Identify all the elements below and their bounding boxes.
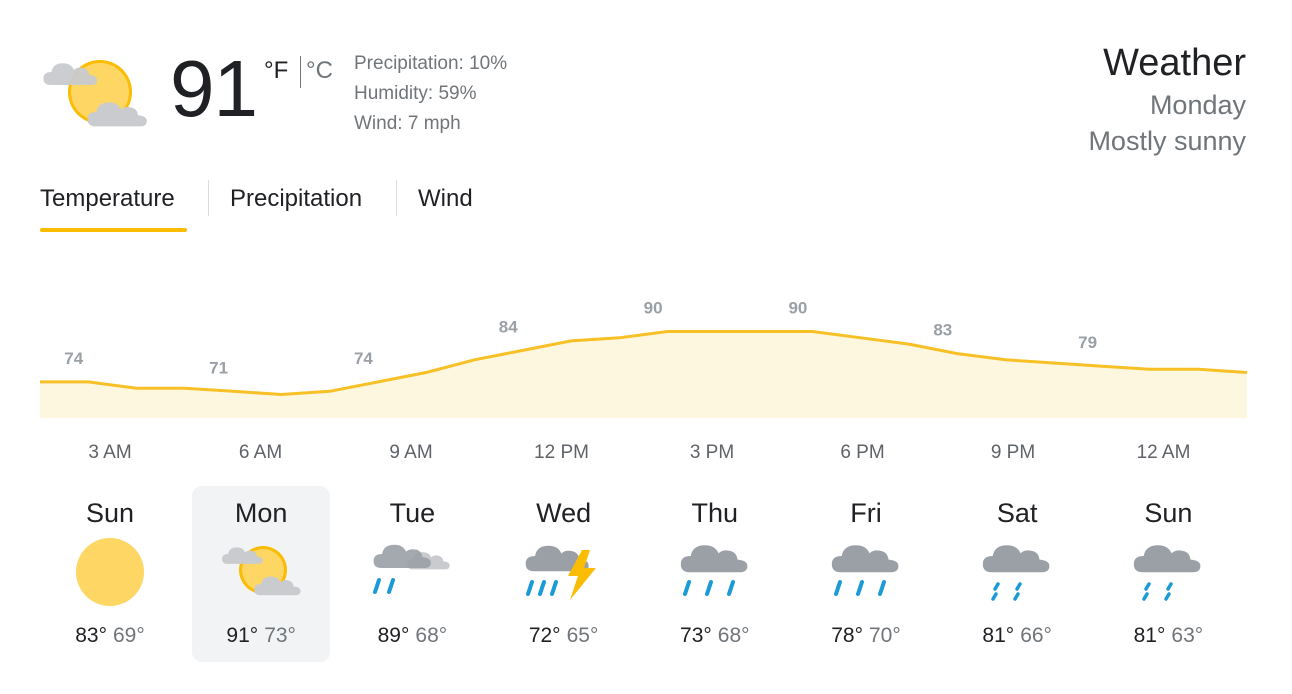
high-temp: 89° bbox=[377, 624, 410, 647]
fahrenheit-toggle[interactable]: °F bbox=[264, 56, 288, 86]
temperature-chart: 74 71 74 84 90 90 83 79 bbox=[40, 299, 1248, 418]
low-temp: 69° bbox=[113, 624, 145, 647]
tab-wind[interactable]: Wind bbox=[418, 184, 473, 214]
temperature-data-label: 90 bbox=[788, 299, 807, 318]
day-name: Sun bbox=[1144, 498, 1193, 528]
rain-icon bbox=[680, 545, 748, 596]
tab-precipitation[interactable]: Precipitation bbox=[230, 184, 362, 214]
precipitation-value: Precipitation: 10% bbox=[354, 53, 508, 74]
day-name: Thu bbox=[691, 498, 739, 528]
low-temp: 66° bbox=[1020, 624, 1052, 647]
celsius-toggle[interactable]: °C bbox=[306, 56, 333, 86]
current-temperature: 91 bbox=[170, 44, 258, 133]
high-temp: 72° bbox=[528, 624, 561, 647]
temperature-data-label: 71 bbox=[209, 358, 228, 377]
day-temps: 89° 68° bbox=[343, 622, 481, 650]
sunny-icon bbox=[76, 538, 144, 606]
hour-label: 3 AM bbox=[88, 442, 132, 463]
day-card-sat[interactable]: Sat 81° 66° bbox=[948, 486, 1086, 662]
day-card-sun[interactable]: Sun 81° 63° bbox=[1099, 486, 1237, 662]
low-temp: 70° bbox=[869, 624, 901, 647]
temperature-data-label: 74 bbox=[354, 349, 373, 368]
rain-icon bbox=[831, 545, 899, 596]
high-temp: 83° bbox=[75, 624, 107, 647]
hour-label: 9 AM bbox=[389, 442, 433, 463]
tab-divider bbox=[208, 180, 209, 216]
day-temps: 72° 65° bbox=[495, 622, 633, 650]
day-name: Fri bbox=[850, 498, 882, 528]
high-temp: 91° bbox=[226, 624, 259, 647]
day-temps: 81° 66° bbox=[948, 622, 1086, 650]
day-name: Sun bbox=[85, 498, 135, 528]
low-temp: 73° bbox=[264, 624, 296, 647]
scattered-showers-icon bbox=[982, 545, 1050, 601]
day-temps: 78° 70° bbox=[797, 622, 935, 650]
low-temp: 65° bbox=[566, 624, 599, 647]
hour-label: 9 PM bbox=[990, 442, 1036, 463]
hour-label: 12 AM bbox=[1136, 442, 1191, 463]
day-temps: 81° 63° bbox=[1099, 622, 1237, 650]
temperature-data-label: 83 bbox=[933, 321, 952, 340]
hour-label: 6 PM bbox=[840, 442, 885, 463]
high-temp: 73° bbox=[680, 624, 712, 647]
day-card-mon[interactable]: Mon 91° 73° bbox=[192, 486, 331, 662]
tab-temperature[interactable]: Temperature bbox=[40, 184, 175, 214]
partly-cloudy-icon bbox=[222, 546, 301, 596]
day-name: Sat bbox=[996, 498, 1038, 528]
current-condition: Mostly sunny bbox=[1088, 126, 1246, 156]
day-card-thu[interactable]: Thu 73° 68° bbox=[646, 486, 784, 662]
scattered-showers-icon bbox=[1134, 545, 1201, 601]
low-temp: 68° bbox=[415, 624, 448, 647]
tab-divider bbox=[396, 180, 397, 216]
temperature-data-label: 74 bbox=[64, 349, 83, 368]
day-temps: 91° 73° bbox=[192, 622, 330, 650]
hour-label: 3 PM bbox=[689, 442, 735, 463]
low-temp: 68° bbox=[717, 624, 750, 647]
temperature-data-label: 84 bbox=[499, 317, 518, 336]
day-name: Wed bbox=[536, 498, 592, 528]
humidity-value: Humidity: 59% bbox=[354, 83, 477, 104]
day-card-fri[interactable]: Fri 78° 70° bbox=[797, 486, 935, 662]
temperature-data-label: 79 bbox=[1078, 333, 1097, 352]
current-day: Monday bbox=[1149, 90, 1246, 120]
high-temp: 81° bbox=[1133, 624, 1166, 647]
day-card-tue[interactable]: Tue 89° 68° bbox=[343, 486, 481, 662]
day-name: Tue bbox=[389, 498, 436, 528]
day-card-sun[interactable]: Sun 83° 69° bbox=[41, 486, 179, 662]
day-name: Mon bbox=[234, 498, 288, 528]
temperature-data-label: 90 bbox=[644, 299, 663, 318]
high-temp: 78° bbox=[831, 624, 863, 647]
day-card-wed[interactable]: Wed 72° 65° bbox=[495, 486, 633, 662]
hour-label: 12 PM bbox=[534, 442, 589, 463]
thunderstorm-icon bbox=[525, 545, 596, 600]
hour-label: 6 AM bbox=[238, 442, 283, 463]
day-temps: 83° 69° bbox=[41, 622, 179, 650]
low-temp: 63° bbox=[1171, 624, 1204, 647]
tab-selected-indicator bbox=[40, 228, 187, 232]
high-temp: 81° bbox=[982, 624, 1015, 647]
wind-value: Wind: 7 mph bbox=[354, 113, 461, 134]
unit-divider bbox=[300, 56, 301, 88]
weather-title: Weather bbox=[1103, 42, 1246, 84]
day-temps: 73° 68° bbox=[646, 622, 784, 650]
showers-icon bbox=[373, 544, 451, 594]
partly-cloudy-icon bbox=[43, 60, 147, 127]
